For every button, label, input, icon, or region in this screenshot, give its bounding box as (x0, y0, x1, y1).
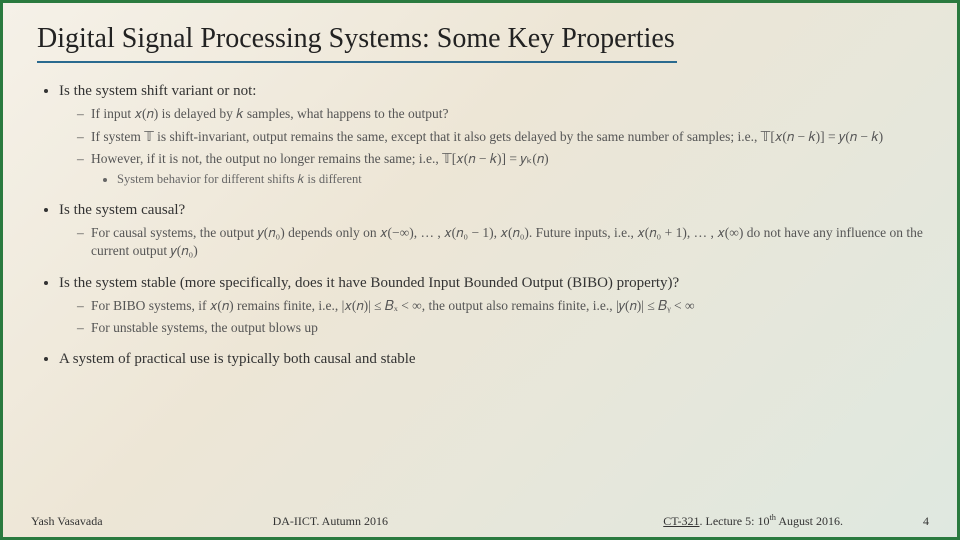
slide-title: Digital Signal Processing Systems: Some … (37, 23, 677, 63)
footer-author: Yash Vasavada (31, 514, 103, 529)
footer-course: CT-321 (663, 514, 699, 528)
sub-sub-item: System behavior for different shifts 𝑘 i… (117, 171, 923, 188)
bullet-causal: Is the system causal? For causal systems… (59, 200, 923, 261)
slide-content: Is the system shift variant or not: If i… (37, 81, 923, 369)
sub-item: If input 𝑥(𝑛) is delayed by 𝑘 samples, w… (77, 105, 923, 123)
sub-item: For BIBO systems, if 𝑥(𝑛) remains finite… (77, 297, 923, 315)
bullet-list: Is the system shift variant or not: If i… (37, 81, 923, 369)
footer-lecture: CT-321. Lecture 5: 10th August 2016. (663, 513, 843, 529)
footer-page-number: 4 (923, 514, 929, 529)
bullet-shift-variant: Is the system shift variant or not: If i… (59, 81, 923, 188)
footer-lecture-prefix: . Lecture 5: 10 (699, 514, 769, 528)
slide: Digital Signal Processing Systems: Some … (0, 0, 960, 540)
sub-item: For causal systems, the output 𝑦(𝑛₀) dep… (77, 224, 923, 260)
sub-item: However, if it is not, the output no lon… (77, 150, 923, 188)
sub-item: If system 𝕋 is shift-invariant, output r… (77, 128, 923, 146)
sub-list: If input 𝑥(𝑛) is delayed by 𝑘 samples, w… (59, 105, 923, 188)
footer-lecture-suffix: August 2016. (776, 514, 843, 528)
bullet-text: Is the system shift variant or not: (59, 83, 256, 99)
sub-item-text: However, if it is not, the output no lon… (91, 151, 549, 166)
sub-item: For unstable systems, the output blows u… (77, 319, 923, 337)
slide-footer: Yash Vasavada DA-IICT. Autumn 2016 CT-32… (3, 513, 957, 529)
sub-list: For causal systems, the output 𝑦(𝑛₀) dep… (59, 224, 923, 260)
bullet-text: Is the system stable (more specifically,… (59, 275, 679, 291)
sub-sub-list: System behavior for different shifts 𝑘 i… (91, 171, 923, 188)
sub-list: For BIBO systems, if 𝑥(𝑛) remains finite… (59, 297, 923, 337)
bullet-practical: A system of practical use is typically b… (59, 349, 923, 369)
bullet-text: A system of practical use is typically b… (59, 351, 416, 367)
bullet-stable: Is the system stable (more specifically,… (59, 273, 923, 338)
bullet-text: Is the system causal? (59, 202, 185, 218)
footer-institution: DA-IICT. Autumn 2016 (273, 514, 388, 529)
